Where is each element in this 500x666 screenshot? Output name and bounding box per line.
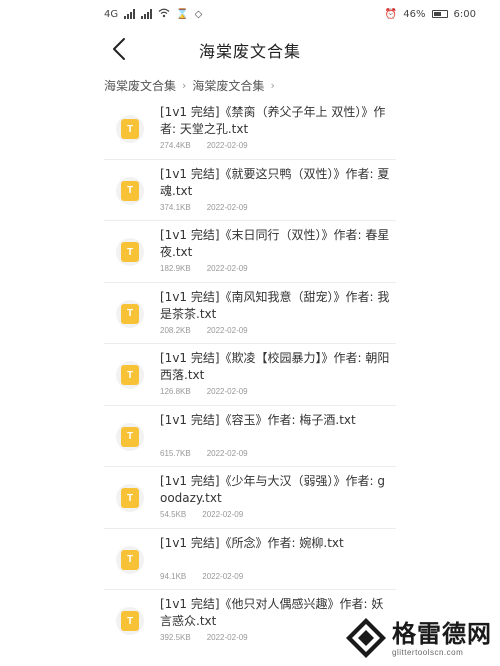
chevron-right-icon: › [182,78,187,92]
list-item[interactable]: T [1v1 完结]《少年与大汉（弱强）》作者: goodazy.txt 54.… [104,467,396,529]
list-item[interactable]: T [1v1 完结]《容玉》作者: 梅子酒.txt 615.7KB 2022-02… [104,406,396,467]
status-left: 4G ⌛ ◇ [104,8,202,21]
status-bar: 4G ⌛ ◇ ⏰ 46% 6:00 [0,0,500,28]
file-size: 94.1KB [160,571,187,581]
watermark-subtitle: glittertoolscn.com [392,647,464,657]
watermark-title: 格雷德网 [392,619,492,648]
list-item[interactable]: T [1v1 完结]《所念》作者: 婉柳.txt 94.1KB 2022-02-0… [104,529,396,590]
file-size: 374.1KB [160,202,191,212]
txt-file-icon: T [116,607,144,635]
txt-file-icon: T [116,545,144,574]
file-size: 182.9KB [160,264,191,273]
data-saver-icon: ◇ [194,8,203,20]
file-date: 2022-02-09 [202,571,244,581]
txt-file-icon: T [116,422,144,451]
page-title: 海棠废文合集 [198,42,301,61]
file-name: [1v1 完结]《容玉》作者: 梅子酒.txt [160,412,356,427]
file-size: 208.2KB [160,325,191,335]
file-size: 54.5KB [160,510,187,519]
file-meta: 94.1KB 2022-02-09 [160,572,243,581]
list-item[interactable]: T [1v1 完结]《末日同行（双性）》作者: 春星夜.txt 182.9KB 2… [104,221,396,283]
txt-file-icon: T [116,115,144,143]
file-name: [1v1 完结]《南风知我意（甜宠）》作者: 我是茶茶.txt [160,289,390,321]
file-date: 2022-02-09 [206,202,248,212]
file-meta: 374.1KB 2022-02-09 [160,203,248,212]
watermark: 格雷德网 glittertoolscn.com [344,616,492,660]
file-name: [1v1 完结]《欺凌【校园暴力】》作者: 朝阳西落.txt [160,351,390,382]
hourglass-icon: ⌛ [176,8,189,20]
battery-percent: 46% [403,8,426,20]
watermark-logo-icon [346,618,386,658]
breadcrumb-item-root[interactable]: 海棠废文合集 [104,77,176,94]
breadcrumb: 海棠废文合集 › 海棠废文合集 › [104,74,275,96]
status-right: ⏰ 46% 6:00 [385,9,476,20]
list-item[interactable]: T [1v1 完结]《欺凌【校园暴力】》作者: 朝阳西落.txt 126.8KB… [104,344,396,406]
file-meta: 392.5KB 2022-02-09 [160,633,248,642]
file-size: 274.4KB [160,141,191,150]
signal-icon-2 [141,9,153,19]
file-date: 2022-02-09 [206,387,248,396]
clock-time: 6:00 [453,8,476,20]
file-name: [1v1 完结]《少年与大汉（弱强）》作者: goodazy.txt [160,474,386,505]
file-meta: 274.4KB 2022-02-09 [160,141,248,150]
file-size: 615.7KB [160,448,191,458]
watermark-text: 格雷德网 glittertoolscn.com [392,620,492,657]
signal-icon [124,9,136,19]
file-meta: 615.7KB 2022-02-09 [160,449,248,458]
list-item[interactable]: T [1v1 完结]《南风知我意（甜宠）》作者: 我是茶茶.txt 208.2K… [104,283,396,344]
nav-bar: 海棠废文合集 [0,28,500,70]
file-name: [1v1 完结]《所念》作者: 婉柳.txt [160,535,344,550]
file-date: 2022-02-09 [202,510,244,519]
file-name: [1v1 完结]《就要这只鸭（双性）》作者: 夏魂.txt [160,166,390,198]
file-meta: 54.5KB 2022-02-09 [160,510,243,519]
chevron-right-icon: › [270,78,275,92]
file-date: 2022-02-09 [206,633,248,642]
alarm-icon: ⏰ [384,8,398,20]
file-date: 2022-02-09 [206,141,248,150]
file-date: 2022-02-09 [206,325,248,335]
file-meta: 126.8KB 2022-02-09 [160,387,248,396]
txt-file-icon: T [116,299,144,328]
file-date: 2022-02-09 [206,264,248,273]
file-date: 2022-02-09 [206,448,248,458]
txt-file-icon: T [116,238,144,266]
wifi-icon [158,8,170,21]
file-meta: 182.9KB 2022-02-09 [160,264,248,273]
network-label: 4G [104,8,119,20]
battery-icon [431,10,448,18]
txt-file-icon: T [116,361,144,389]
list-item[interactable]: T [1v1 完结]《就要这只鸭（双性）》作者: 夏魂.txt 374.1KB 2… [104,160,396,221]
breadcrumb-item-current[interactable]: 海棠废文合集 [192,77,264,94]
file-size: 126.8KB [160,387,191,396]
file-size: 392.5KB [160,633,191,642]
file-name: [1v1 完结]《禁脔（养父子年上 双性）》作者: 天堂之孔.txt [160,105,386,136]
file-name: [1v1 完结]《末日同行（双性）》作者: 春星夜.txt [160,228,390,259]
list-item[interactable]: T [1v1 完结]《禁脔（养父子年上 双性）》作者: 天堂之孔.txt 274… [104,98,396,160]
txt-file-icon: T [116,176,144,205]
file-meta: 208.2KB 2022-02-09 [160,326,248,335]
file-list: T [1v1 完结]《禁脔（养父子年上 双性）》作者: 天堂之孔.txt 274… [104,98,396,652]
txt-file-icon: T [116,484,144,512]
